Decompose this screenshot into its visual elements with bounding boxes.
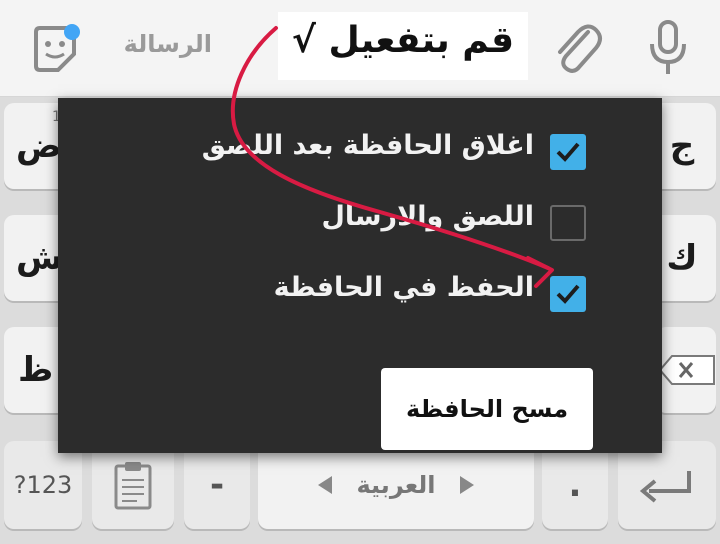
paperclip-icon[interactable]: [548, 18, 604, 78]
period-key[interactable]: ' .: [542, 441, 608, 529]
checkbox-save-to-clipboard[interactable]: [550, 276, 586, 312]
message-input[interactable]: الرسالة: [92, 30, 212, 64]
clipboard-settings-dialog: اغلاق الحافظة بعد اللصق اللصق والارسال ا…: [58, 98, 662, 453]
checkmark-icon: [556, 284, 580, 304]
checkmark-icon: [556, 142, 580, 162]
option-save-to-clipboard[interactable]: الحفظ في الحافظة: [58, 264, 662, 324]
clipboard-key[interactable]: [92, 441, 174, 529]
key-label: ?123: [13, 471, 73, 499]
space-key-label: العربية: [356, 471, 436, 499]
numbers-key[interactable]: ?123: [4, 441, 82, 529]
option-label: اغلاق الحافظة بعد اللصق: [201, 130, 534, 161]
checkbox-close-after-paste[interactable]: [550, 134, 586, 170]
sticker-icon[interactable]: [28, 22, 84, 78]
backspace-icon: [658, 355, 715, 385]
space-key[interactable]: العربية: [258, 441, 534, 529]
arrow-left-icon: [318, 476, 333, 494]
key-label: ج: [669, 126, 695, 166]
message-bar: الرسالة قم بتفعيل √: [0, 0, 720, 97]
option-close-after-paste[interactable]: اغلاق الحافظة بعد اللصق: [58, 122, 662, 182]
clear-clipboard-button[interactable]: مسح الحافظة: [381, 368, 593, 450]
key-label: .: [568, 465, 582, 505]
key-label: ك: [666, 238, 698, 278]
key-label: ظ: [18, 350, 54, 390]
key-label: ش: [16, 238, 63, 278]
annotation-text: قم بتفعيل √: [291, 20, 515, 61]
backspace-key[interactable]: [656, 327, 716, 413]
checkbox-paste-and-send[interactable]: [550, 205, 586, 241]
key-label: -: [209, 465, 225, 505]
clipboard-icon: [114, 462, 152, 510]
dash-key[interactable]: -: [184, 441, 250, 529]
arrow-right-icon: [459, 476, 474, 494]
option-label: اللصق والارسال: [321, 201, 534, 232]
enter-key[interactable]: [618, 441, 716, 529]
option-paste-and-send[interactable]: اللصق والارسال: [58, 193, 662, 253]
option-label: الحفظ في الحافظة: [273, 272, 534, 303]
annotation-box: قم بتفعيل √: [278, 12, 528, 80]
enter-icon: [639, 471, 691, 503]
microphone-icon[interactable]: [640, 18, 696, 78]
key-label: ض: [16, 126, 62, 166]
